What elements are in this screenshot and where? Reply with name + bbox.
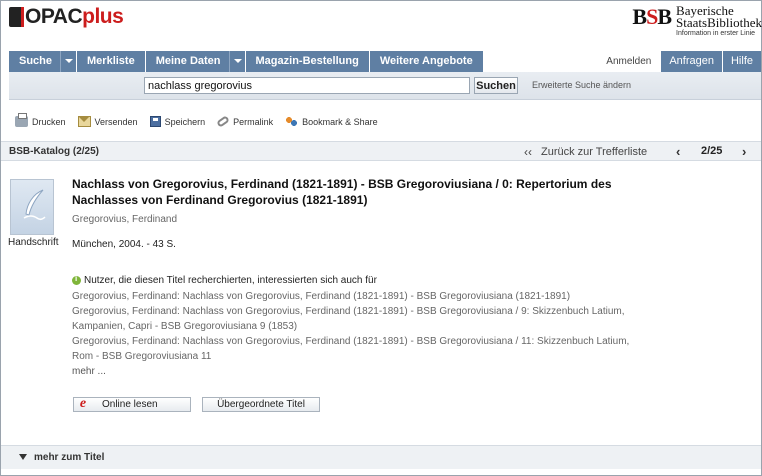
results-header: BSB-Katalog (2/25) ‹‹ Zurück zur Treffer… <box>1 141 761 161</box>
read-online-label: Online lesen <box>102 399 158 410</box>
nav-search[interactable]: Suche <box>9 51 78 72</box>
e-resource-icon: e <box>79 396 87 411</box>
permalink-label: Permalink <box>233 116 274 127</box>
catalog-count: BSB-Katalog (2/25) <box>9 146 100 157</box>
recommendations-list: Gregorovius, Ferdinand: Nachlass von Gre… <box>72 289 632 379</box>
bsb-mark-b2: B <box>657 4 672 29</box>
record-title: Nachlass von Gregorovius, Ferdinand (182… <box>72 177 612 207</box>
nav-mydata-label: Meine Daten <box>155 55 221 67</box>
bsb-logo-text: Bayerische StaatsBibliothek Information … <box>676 4 762 38</box>
bsb-logo-mark: BSB <box>632 4 672 29</box>
recommendation-item[interactable]: Gregorovius, Ferdinand: Nachlass von Gre… <box>72 304 632 334</box>
logo-text: OPACplus <box>25 5 124 29</box>
logo-opac: OPAC <box>25 5 83 28</box>
permalink-button[interactable]: Permalink <box>216 115 274 128</box>
manuscript-thumbnail <box>10 179 54 235</box>
main-nav: Suche Merkliste Meine Daten Magazin-Best… <box>9 51 761 72</box>
print-label: Drucken <box>32 116 66 127</box>
advanced-search-link[interactable]: Erweiterte Suche ändern <box>532 80 631 90</box>
read-online-button[interactable]: e Online lesen <box>73 397 191 412</box>
login-link[interactable]: Anmelden <box>597 51 661 72</box>
more-about-title-label[interactable]: mehr zum Titel <box>34 452 104 463</box>
save-button[interactable]: Speichern <box>149 116 206 127</box>
link-icon <box>216 115 231 128</box>
back-to-results-label: Zurück zur Trefferliste <box>541 146 648 158</box>
nav-spacer <box>483 51 598 72</box>
recommendation-item[interactable]: Gregorovius, Ferdinand: Nachlass von Gre… <box>72 334 632 364</box>
search-input[interactable] <box>144 77 470 94</box>
recommendations-more-link[interactable]: mehr ... <box>72 364 632 379</box>
opacplus-logo-mark <box>9 7 24 27</box>
send-button[interactable]: Versenden <box>77 116 138 127</box>
recommendations-heading: Nutzer, die diesen Titel recherchierten,… <box>72 274 377 286</box>
bsb-line-2: StaatsBibliothek <box>676 15 762 30</box>
bookmark-share-label: Bookmark & Share <box>302 116 378 127</box>
quill-icon <box>23 189 46 221</box>
chevron-right-icon[interactable]: › <box>742 144 746 159</box>
logo-plus: plus <box>82 5 124 28</box>
nav-more-services[interactable]: Weitere Angebote <box>369 51 484 72</box>
recommendation-item[interactable]: Gregorovius, Ferdinand: Nachlass von Gre… <box>72 289 632 304</box>
info-icon <box>72 274 81 285</box>
envelope-icon <box>77 116 91 127</box>
nav-search-label: Suche <box>19 55 53 67</box>
more-about-title-bar[interactable]: mehr zum Titel <box>1 445 761 469</box>
save-label: Speichern <box>164 116 206 127</box>
record-position: 2/25 <box>701 145 723 157</box>
back-to-results-link[interactable]: ‹‹ Zurück zur Trefferliste <box>524 145 647 159</box>
floppy-disk-icon <box>149 116 161 127</box>
bsb-mark-s: S <box>646 4 658 29</box>
double-chevron-left-icon: ‹‹ <box>524 145 532 159</box>
print-button[interactable]: Drucken <box>15 113 66 127</box>
share-icon <box>285 116 299 127</box>
parent-titles-button[interactable]: Übergeordnete Titel <box>202 397 320 412</box>
bsb-logo[interactable]: BSB Bayerische StaatsBibliothek Informat… <box>632 4 762 38</box>
record-author[interactable]: Gregorovius, Ferdinand <box>72 214 177 225</box>
nav-stack-order[interactable]: Magazin-Bestellung <box>245 51 370 72</box>
media-type-label: Handschrift <box>8 237 59 248</box>
record-publication-info: München, 2004. - 43 S. <box>72 239 176 250</box>
bookmark-share-button[interactable]: Bookmark & Share <box>285 116 378 127</box>
chevron-down-icon[interactable] <box>60 51 76 72</box>
bsb-line-3: Information in erster Linie <box>676 30 756 37</box>
nav-watchlist[interactable]: Merkliste <box>77 51 146 72</box>
chevron-left-icon[interactable]: ‹ <box>676 144 680 159</box>
record-toolbar: Drucken Versenden Speichern Permalink Bo… <box>15 113 390 128</box>
nav-help[interactable]: Hilfe <box>721 51 761 72</box>
chevron-down-icon[interactable] <box>228 51 245 72</box>
triangle-down-icon <box>19 454 27 460</box>
opacplus-logo[interactable]: OPACplus <box>9 5 124 29</box>
search-bar: Suchen Erweiterte Suche ändern <box>9 72 761 100</box>
bsb-mark-b1: B <box>632 4 647 29</box>
search-button[interactable]: Suchen <box>474 77 518 94</box>
send-label: Versenden <box>94 116 138 127</box>
nav-mydata[interactable]: Meine Daten <box>145 51 246 72</box>
nav-requests[interactable]: Anfragen <box>660 51 722 72</box>
printer-icon <box>15 113 28 127</box>
recommendations-heading-text: Nutzer, die diesen Titel recherchierten,… <box>84 275 377 286</box>
